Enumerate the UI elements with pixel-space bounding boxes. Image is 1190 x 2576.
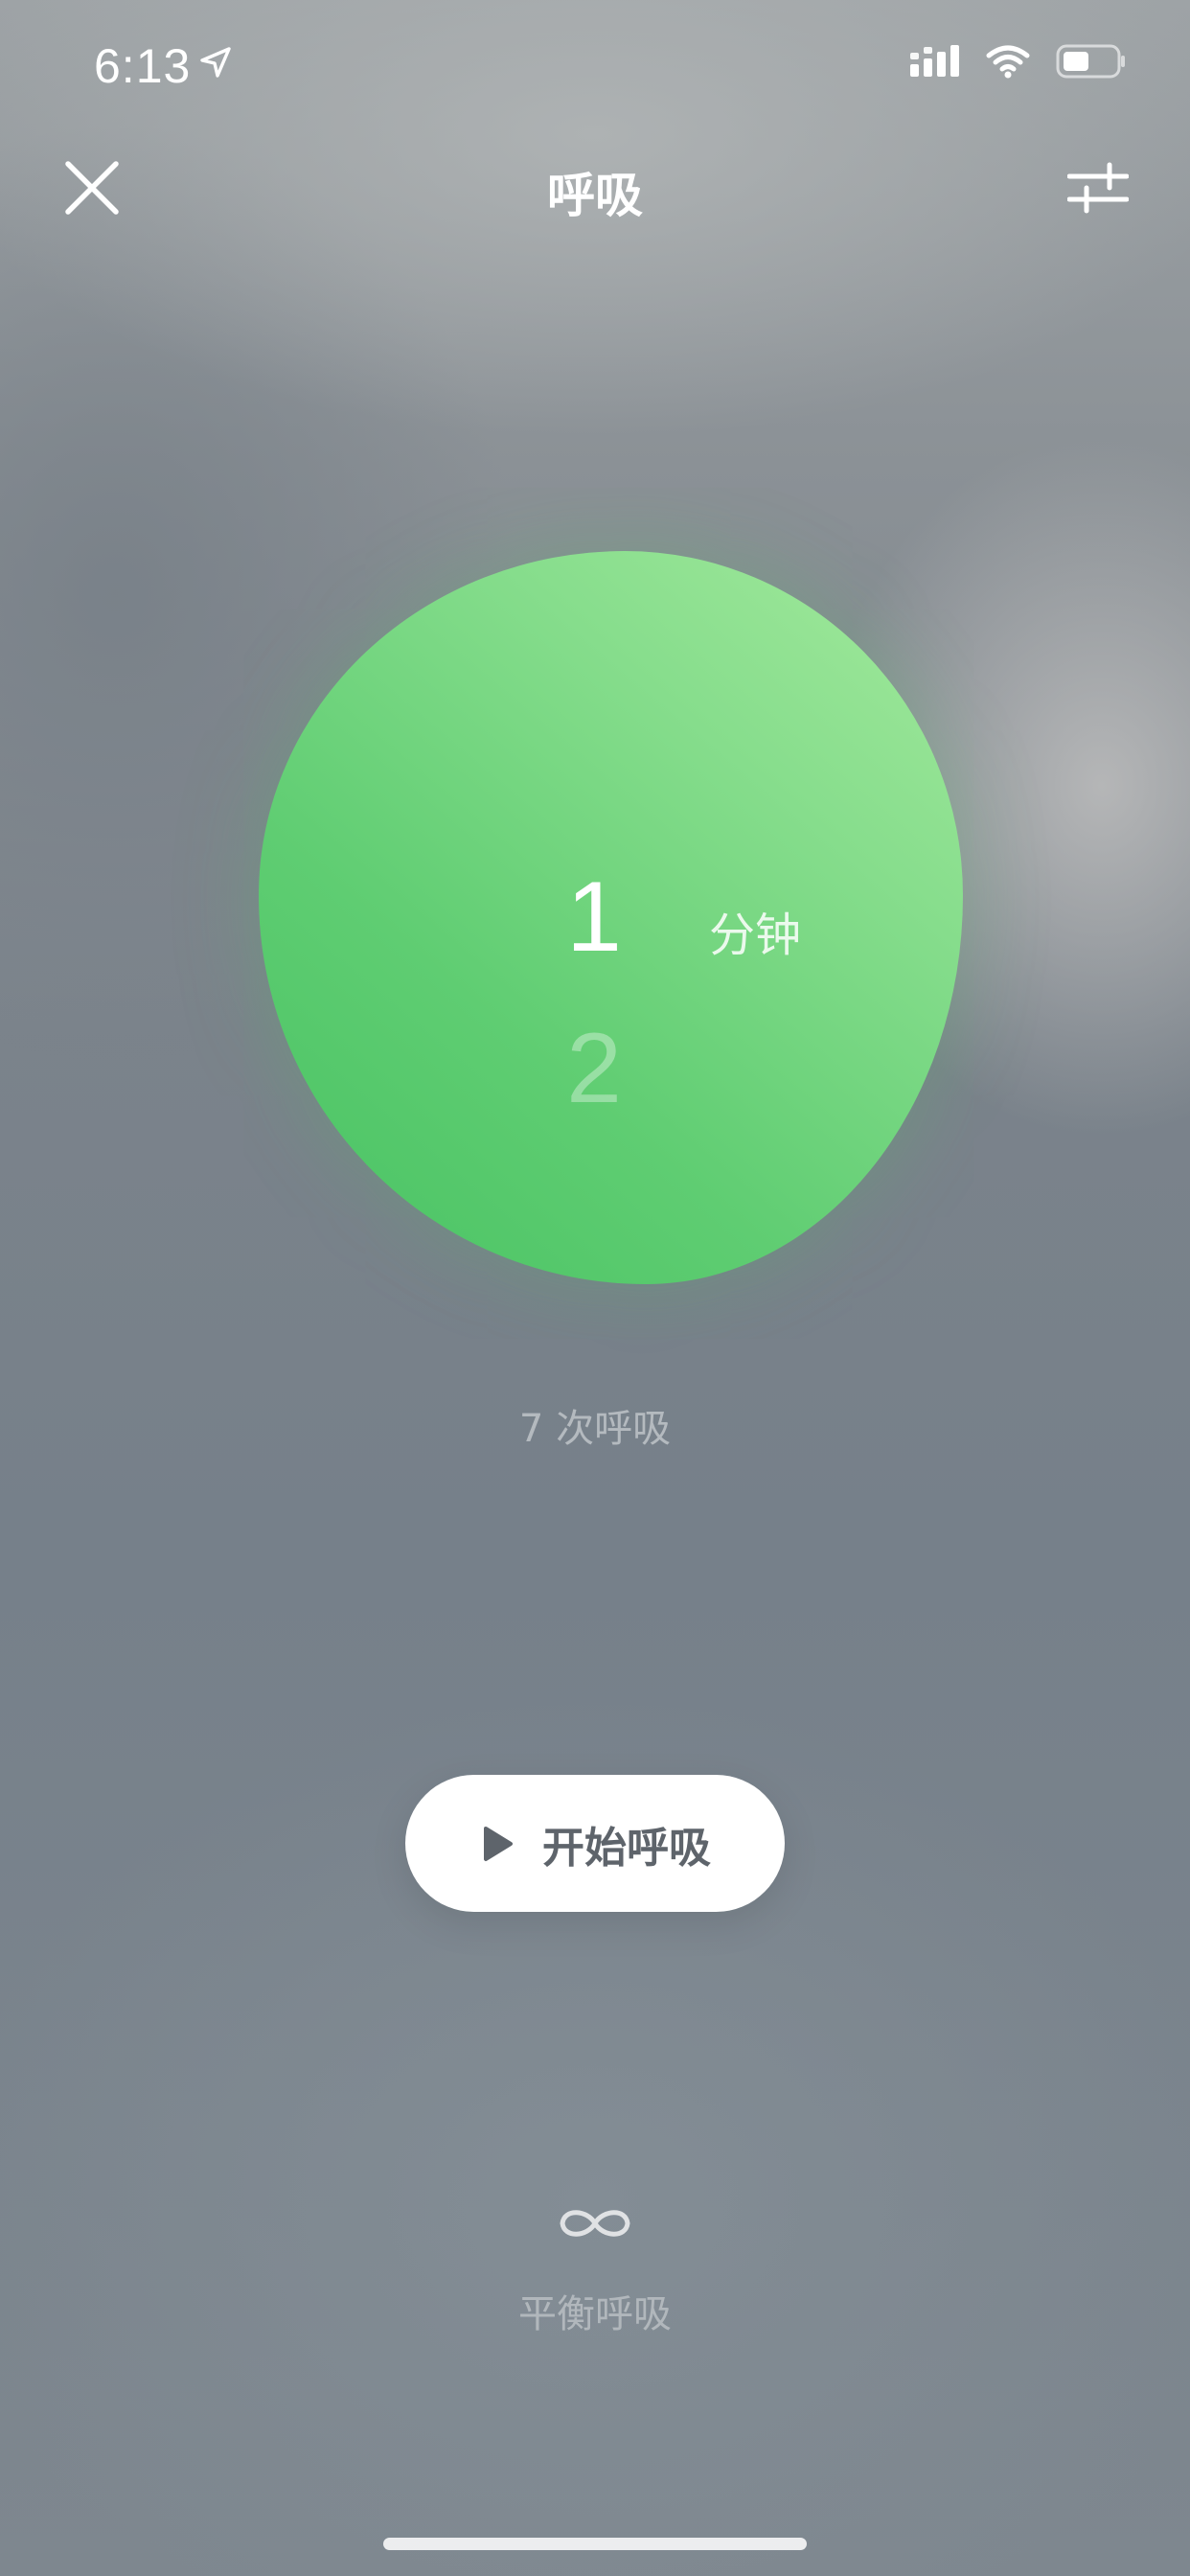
duration-picker-next[interactable]: 2 bbox=[537, 1019, 652, 1118]
home-indicator[interactable] bbox=[383, 2538, 807, 2550]
status-icons bbox=[910, 44, 1127, 79]
page-title: 呼吸 bbox=[547, 168, 643, 223]
duration-picker-current[interactable]: 1 bbox=[537, 867, 652, 967]
start-breathing-button[interactable]: 开始呼吸 bbox=[405, 1775, 785, 1912]
breathing-screen: 6:13 呼吸 1 2 分钟 7 次呼吸 开始呼吸 平衡呼吸 bbox=[0, 0, 1190, 2576]
mode-label[interactable]: 平衡呼吸 bbox=[0, 2283, 1190, 2338]
battery-icon bbox=[1056, 44, 1125, 79]
sliders-icon bbox=[1066, 162, 1130, 214]
mode-selector[interactable] bbox=[557, 2200, 633, 2246]
infinity-icon bbox=[560, 2210, 630, 2237]
cellular-signal-icon bbox=[910, 45, 959, 77]
settings-button[interactable] bbox=[1066, 161, 1130, 215]
play-icon bbox=[479, 1823, 517, 1865]
status-time: 6:13 bbox=[94, 39, 192, 93]
start-button-label: 开始呼吸 bbox=[542, 1823, 711, 1873]
location-arrow-icon bbox=[200, 47, 231, 78]
wifi-icon bbox=[986, 45, 1030, 79]
breath-count-text: 7 次呼吸 bbox=[518, 1407, 672, 1451]
duration-unit-label: 分钟 bbox=[709, 908, 802, 962]
